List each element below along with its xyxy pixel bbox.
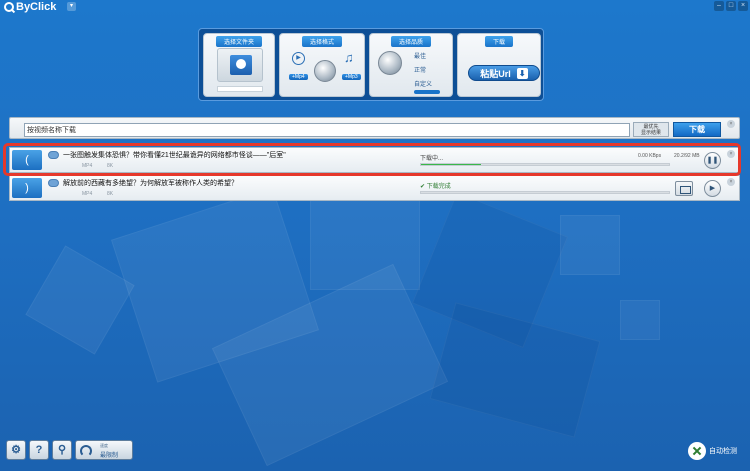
quality-selector-bar[interactable] xyxy=(414,90,440,94)
step-title: 选择格式 xyxy=(301,36,343,47)
preference-button[interactable]: 最优先 显示结果 xyxy=(633,122,669,137)
step-title: 选择文件夹 xyxy=(215,36,263,47)
close-icon[interactable]: × xyxy=(727,178,735,186)
close-button[interactable]: × xyxy=(738,1,748,11)
open-folder-button[interactable] xyxy=(675,181,693,196)
app-window: ByClick ▾ – □ × 选择文件夹 选择格式 ▶ +Mp4 ♫ +Mp3… xyxy=(0,0,750,471)
search-download-button[interactable]: 下载 xyxy=(673,122,721,137)
speed-label: 最限制 xyxy=(100,453,119,459)
format-mp3-tag[interactable]: +Mp3 xyxy=(342,74,361,80)
step-select-folder: 选择文件夹 xyxy=(203,33,275,97)
background-shape xyxy=(560,215,620,275)
download-wizard: 选择文件夹 选择格式 ▶ +Mp4 ♫ +Mp3 选择品质 最佳 正常 自定义 … xyxy=(198,28,544,101)
background-shape xyxy=(429,302,601,438)
close-icon[interactable]: × xyxy=(727,120,735,128)
paste-url-label: 粘贴Url xyxy=(480,68,511,79)
music-note-icon[interactable]: ♫ xyxy=(344,50,354,65)
quality-knob[interactable] xyxy=(378,51,402,75)
speedometer-icon xyxy=(80,445,92,457)
app-menu-button[interactable]: ▾ xyxy=(67,2,76,11)
background-shape xyxy=(620,300,660,340)
video-play-icon[interactable]: ▶ xyxy=(292,52,305,65)
folder-icon xyxy=(230,55,252,75)
video-thumbnail: ) xyxy=(12,178,42,198)
task-quality: 8K xyxy=(107,191,114,197)
folder-picker[interactable] xyxy=(217,48,263,82)
play-button[interactable]: ▶ xyxy=(704,180,721,197)
auto-detect-button[interactable]: 自动检测 xyxy=(688,442,737,460)
progress-fill xyxy=(421,192,669,193)
quality-custom-option[interactable]: 自定义 xyxy=(414,79,432,88)
maximize-button[interactable]: □ xyxy=(726,1,736,11)
folder-path-field[interactable] xyxy=(217,86,263,92)
speed-label-small: 速度 xyxy=(100,443,108,448)
progress-bar xyxy=(420,191,670,194)
step-title: 下载 xyxy=(484,36,514,47)
app-name: ByClick xyxy=(16,1,57,13)
search-bar: 最优先 显示结果 下载 × xyxy=(9,117,740,139)
title-bar: ByClick ▾ – □ × xyxy=(0,0,750,14)
auto-detect-icon xyxy=(688,442,706,460)
step-select-format: 选择格式 ▶ +Mp4 ♫ +Mp3 xyxy=(279,33,365,97)
check-icon: ✔ xyxy=(420,184,427,190)
paste-url-button[interactable]: 粘贴Url ⬇ xyxy=(468,65,540,81)
format-mp4-tag[interactable]: +Mp4 xyxy=(289,74,308,80)
step-select-quality: 选择品质 最佳 正常 自定义 xyxy=(369,33,453,97)
help-icon[interactable]: ? xyxy=(29,440,49,460)
task-status: ✔ 下载完成 xyxy=(420,181,451,190)
logo-icon xyxy=(4,2,14,12)
step-download: 下载 粘贴Url ⬇ xyxy=(457,33,541,97)
app-logo: ByClick xyxy=(4,1,56,13)
quality-best-option[interactable]: 最佳 xyxy=(414,51,426,60)
step-title: 选择品质 xyxy=(390,36,432,47)
search-input[interactable] xyxy=(24,123,630,137)
search-icon[interactable]: ⚲ xyxy=(52,440,72,460)
format-knob[interactable] xyxy=(314,60,336,82)
download-arrow-icon: ⬇ xyxy=(516,67,528,79)
download-task-row[interactable]: ) 解放前的西藏有多绝望？为何解放军被称作人类的希望？ MP4 8K ✔ 下载完… xyxy=(9,175,740,201)
quality-normal-option[interactable]: 正常 xyxy=(414,65,426,74)
settings-gear-icon[interactable]: ⚙ xyxy=(6,440,26,460)
task-format: MP4 xyxy=(82,191,93,197)
task-status-text: 下载完成 xyxy=(426,184,451,190)
video-type-icon xyxy=(48,179,59,187)
minimize-button[interactable]: – xyxy=(714,1,724,11)
bottom-toolbar: ⚙ ? ⚲ 速度 最限制 xyxy=(6,440,133,460)
auto-detect-label: 自动检测 xyxy=(709,448,737,455)
speed-limit-button[interactable]: 速度 最限制 xyxy=(75,440,133,460)
task-title: 解放前的西藏有多绝望？为何解放军被称作人类的希望？ xyxy=(63,180,238,187)
show-results-label: 显示结果 xyxy=(640,130,661,136)
highlight-box xyxy=(3,143,741,176)
